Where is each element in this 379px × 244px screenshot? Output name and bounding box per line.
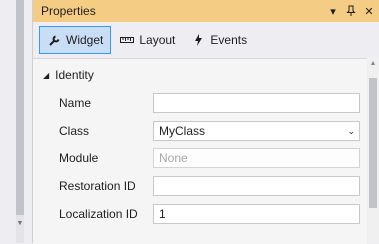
class-combobox[interactable]: MyClass ⌄ — [153, 121, 360, 141]
left-scrollbar-thumb[interactable] — [16, 0, 24, 215]
right-scrollbar[interactable]: ▲ — [367, 58, 379, 243]
restoration-id-field[interactable] — [153, 176, 360, 196]
tab-layout-label: Layout — [139, 33, 176, 47]
properties-toolbar: Widget Layout Events — [33, 22, 379, 58]
module-field[interactable]: None — [153, 148, 360, 168]
tab-widget[interactable]: Widget — [39, 26, 112, 54]
right-scrollbar-thumb[interactable] — [369, 78, 377, 208]
property-row-restoration-id: Restoration ID — [59, 176, 153, 196]
class-label: Class — [59, 124, 90, 138]
section-title: Identity — [55, 68, 94, 82]
close-icon[interactable]: ✕ — [361, 1, 377, 21]
panel-title: Properties — [41, 4, 96, 18]
wrench-icon — [47, 34, 61, 47]
ruler-icon — [120, 36, 135, 44]
identity-section-header[interactable]: ◢ Identity — [43, 68, 94, 82]
module-label: Module — [59, 151, 99, 165]
properties-content: ◢ Identity Name Class MyClass ⌄ Module N… — [33, 58, 367, 244]
property-row-name: Name — [59, 93, 153, 113]
name-field[interactable] — [153, 93, 360, 113]
name-label: Name — [59, 96, 92, 110]
property-row-localization-id: Localization ID — [59, 204, 153, 224]
dropdown-arrow-icon[interactable]: ▾ — [325, 1, 341, 21]
scroll-down-arrow-icon[interactable]: ▼ — [15, 219, 25, 229]
lightning-icon — [191, 34, 205, 46]
scroll-up-arrow-icon[interactable]: ▲ — [367, 60, 379, 70]
collapse-triangle-icon[interactable]: ◢ — [43, 71, 49, 80]
property-row-module: Module — [59, 148, 153, 168]
property-row-class: Class — [59, 121, 153, 141]
localization-id-label: Localization ID — [59, 207, 138, 221]
tab-events[interactable]: Events — [184, 26, 254, 54]
tab-widget-label: Widget — [66, 33, 104, 47]
restoration-id-label: Restoration ID — [59, 179, 136, 193]
localization-id-field[interactable]: 1 — [153, 204, 360, 224]
left-dock-strip — [0, 0, 30, 243]
chevron-down-icon[interactable]: ⌄ — [347, 122, 355, 140]
tab-events-label: Events — [210, 33, 248, 47]
properties-title-bar: Properties ▾ ✕ — [33, 0, 379, 22]
tab-layout[interactable]: Layout — [113, 26, 182, 54]
pin-icon[interactable] — [343, 1, 359, 21]
class-value: MyClass — [159, 124, 206, 138]
